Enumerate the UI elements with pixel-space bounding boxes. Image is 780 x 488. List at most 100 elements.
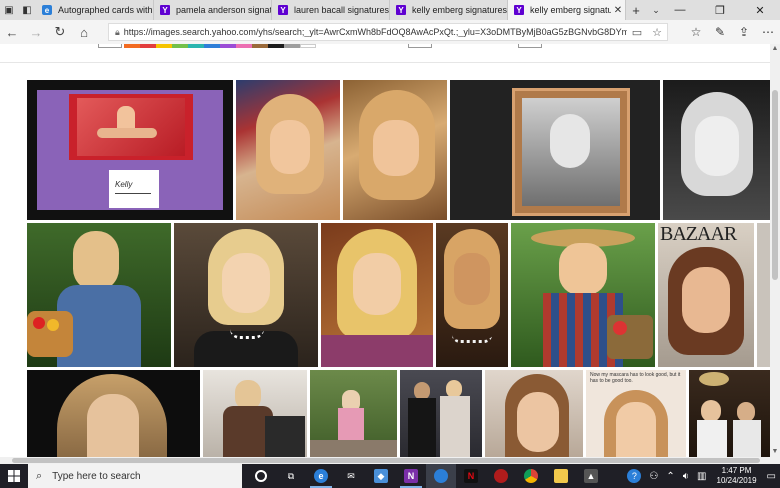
edge-taskbar-icon[interactable]: e	[306, 464, 336, 488]
magazine-ad-text[interactable]: Now my mascara has to look good, but it …	[586, 370, 686, 457]
mail-icon[interactable]: ✉	[336, 464, 366, 488]
filter-toolbar	[0, 44, 770, 52]
tab-preview-icon[interactable]: ◧	[18, 0, 36, 20]
reading-view-icon[interactable]: ▭	[627, 26, 647, 39]
scroll-down-icon[interactable]: ▼	[770, 447, 780, 457]
chevron-up-icon[interactable]: ⌃	[662, 464, 678, 488]
new-tab-button[interactable]: +	[626, 0, 646, 20]
seated-leopard-dress[interactable]	[203, 370, 307, 457]
tab-kelly-emberg-signatures[interactable]: Y kelly emberg signatures in	[390, 0, 508, 20]
help-icon[interactable]: ?	[623, 464, 645, 488]
cortana-icon[interactable]	[246, 464, 276, 488]
garden-hat-vegetables[interactable]	[511, 223, 655, 367]
filter-dropdown[interactable]	[408, 44, 432, 48]
filter-dropdown[interactable]	[98, 44, 122, 48]
clock[interactable]: 1:47 PM 10/24/2019	[711, 464, 763, 488]
curly-hair-portrait-flag[interactable]	[236, 80, 340, 220]
party-group-photo[interactable]	[689, 370, 770, 457]
smiling-pearl-necklace[interactable]	[174, 223, 318, 367]
taskbar-search-box[interactable]: ⌕ Type here to search	[28, 464, 242, 488]
color-swatch[interactable]	[124, 44, 140, 48]
app-taskbar-icon[interactable]	[426, 464, 456, 488]
bazaar-magazine-cover[interactable]: BAZAAR	[658, 223, 754, 367]
garden-outdoor-photo[interactable]	[310, 370, 397, 457]
yahoo-icon: Y	[278, 5, 288, 15]
system-tray: ? ⚇ ⌃ 🔉︎ ▥ 1:47 PM 10/24/2019 ▭	[623, 464, 780, 488]
chrome-icon[interactable]	[516, 464, 546, 488]
color-swatch[interactable]	[220, 44, 236, 48]
pen-icon[interactable]: ✎	[708, 20, 732, 44]
color-swatch[interactable]	[284, 44, 300, 48]
onenote-icon[interactable]: N	[396, 464, 426, 488]
file-explorer-icon[interactable]	[546, 464, 576, 488]
photos-icon[interactable]: ▲	[576, 464, 606, 488]
windows-taskbar: ⌕ Type here to search ⧉ e ✉ ◆ N N ▲ ? ⚇ …	[0, 464, 780, 488]
task-view-icon[interactable]: ⧉	[276, 464, 306, 488]
netflix-icon[interactable]: N	[456, 464, 486, 488]
tab-actions-icon[interactable]: ▣	[0, 0, 18, 20]
tanned-portrait-pearls[interactable]	[436, 223, 508, 367]
bw-portrait-closeup[interactable]	[663, 80, 770, 220]
minimize-icon[interactable]: —	[660, 0, 700, 20]
horizontal-scrollbar[interactable]	[0, 457, 780, 464]
tab-title: kelly emberg signatures in	[412, 5, 507, 15]
color-swatch[interactable]	[156, 44, 172, 48]
scroll-up-icon[interactable]: ▲	[770, 44, 780, 54]
color-swatch[interactable]	[140, 44, 156, 48]
navigation-bar: ← → ↻ ⌂ 🔒︎ https://images.search.yahoo.c…	[0, 20, 780, 44]
makeup-advertisement[interactable]	[485, 370, 583, 457]
notifications-icon[interactable]: ▭	[763, 464, 780, 488]
result-thumbnail-partial[interactable]	[757, 223, 770, 367]
curly-hair-portrait-warm[interactable]	[343, 80, 447, 220]
color-swatch[interactable]	[188, 44, 204, 48]
framed-bw-signed-photo[interactable]	[450, 80, 660, 220]
network-icon[interactable]: ▥	[693, 464, 710, 488]
game-icon[interactable]	[486, 464, 516, 488]
refresh-icon[interactable]: ↻	[48, 20, 72, 44]
color-swatch[interactable]	[252, 44, 268, 48]
divider	[0, 62, 770, 63]
scrollbar-thumb[interactable]	[772, 90, 778, 280]
color-filter-swatches	[124, 44, 316, 48]
tab-title: pamela anderson signatur	[176, 5, 271, 15]
favorite-star-icon[interactable]: ☆	[647, 26, 667, 39]
browser-toolbar-right: ☆ ✎ ⇪ ⋯	[684, 20, 780, 44]
volume-icon[interactable]: 🔉︎	[679, 464, 693, 488]
yahoo-icon: Y	[396, 5, 406, 15]
people-icon[interactable]: ⚇	[645, 464, 662, 488]
color-swatch[interactable]	[300, 44, 316, 48]
tab-lauren-bacall[interactable]: Y lauren bacall signatures im	[272, 0, 390, 20]
magazine-portrait-paisley[interactable]	[321, 223, 433, 367]
tab-title: lauren bacall signatures im	[294, 5, 389, 15]
tab-autographed-cards[interactable]: e Autographed cards with a	[36, 0, 154, 20]
color-swatch[interactable]	[204, 44, 220, 48]
color-swatch[interactable]	[236, 44, 252, 48]
favorites-icon[interactable]: ☆	[684, 20, 708, 44]
tab-pamela-anderson[interactable]: Y pamela anderson signatur	[154, 0, 272, 20]
couple-event-photo[interactable]	[400, 370, 482, 457]
color-swatch[interactable]	[172, 44, 188, 48]
tab-kelly-emberg-signature-active[interactable]: Y kelly emberg signature ✕	[508, 0, 626, 20]
start-button[interactable]	[0, 464, 28, 488]
share-icon[interactable]: ⇪	[732, 20, 756, 44]
close-tab-icon[interactable]: ✕	[611, 5, 625, 16]
taskbar-apps: ⧉ e ✉ ◆ N N ▲	[246, 464, 606, 488]
close-window-icon[interactable]: ✕	[740, 0, 780, 20]
address-text[interactable]: https://images.search.yahoo.com/yhs/sear…	[124, 27, 627, 37]
color-swatch[interactable]	[268, 44, 284, 48]
vertical-scrollbar[interactable]: ▲ ▼	[770, 44, 780, 457]
scrollbar-thumb[interactable]	[12, 458, 760, 463]
search-icon: ⌕	[36, 469, 43, 482]
maximize-icon[interactable]: ❐	[700, 0, 740, 20]
address-bar[interactable]: 🔒︎ https://images.search.yahoo.com/yhs/s…	[108, 23, 668, 41]
back-icon[interactable]: ←	[0, 20, 24, 44]
filter-dropdown[interactable]	[518, 44, 542, 48]
forward-icon[interactable]: →	[24, 20, 48, 44]
windows-logo-icon	[8, 470, 20, 482]
more-icon[interactable]: ⋯	[756, 20, 780, 44]
denim-jacket-fruit-basket[interactable]	[27, 223, 171, 367]
home-icon[interactable]: ⌂	[72, 20, 96, 44]
framed-autograph-purple-mat[interactable]: Kelly	[27, 80, 233, 220]
store-icon[interactable]: ◆	[366, 464, 396, 488]
portrait-dark-background[interactable]	[27, 370, 200, 457]
